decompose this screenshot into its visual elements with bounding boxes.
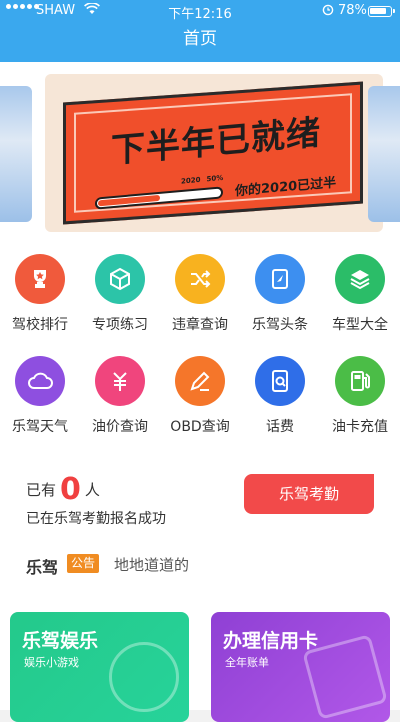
entertainment-card[interactable]: 乐驾娱乐 娱乐小游戏 [10,612,189,722]
grid-item-label: 油价查询 [92,419,148,435]
next-slide[interactable] [368,86,400,222]
banner-progress-year: 2020 [181,175,201,186]
banner-slide[interactable]: 下半年已就绪 2020 50% 你的2020已过半 [45,74,383,232]
card-subtitle: 全年账单 [225,656,269,669]
alarm-icon [322,2,334,20]
banner-progress-percent: 50% [206,173,224,184]
phone-icon [255,356,305,406]
grid-item-label: 专项练习 [92,317,148,333]
trophy-icon [15,254,65,304]
cloud-icon [15,356,65,406]
grid-item-fuel-card[interactable]: 油卡充值 [320,356,400,436]
checkin-prefix: 已有 [26,481,57,499]
checkin-description: 已在乐驾考勤报名成功 [26,511,166,527]
grid-item-obd-query[interactable]: OBD查询 [160,356,240,436]
grid-item-oil-price[interactable]: 油价查询 [80,356,160,436]
prev-slide[interactable] [0,86,32,222]
banner-carousel[interactable]: 下半年已就绪 2020 50% 你的2020已过半 [0,62,400,248]
card-subtitle: 娱乐小游戏 [24,656,79,669]
price-icon [95,356,145,406]
grid-item-phone-bill[interactable]: 话费 [240,356,320,436]
battery-percent: 78% [338,3,367,18]
banner-progress-fill [98,194,160,207]
grid-item-label: 乐驾天气 [12,419,68,435]
grid-item-label: 车型大全 [332,317,388,333]
grid-item-car-models[interactable]: 车型大全 [320,254,400,334]
grid-item-label: 油卡充值 [332,419,388,435]
credit-card-card[interactable]: 办理信用卡 全年账单 [211,612,390,722]
nav-bar: 首页 [0,22,400,62]
promo-cards: 乐驾娱乐 娱乐小游戏 办理信用卡 全年账单 [0,586,400,722]
notice-tag: 公告 [67,554,100,573]
shuffle-icon [175,254,225,304]
checkin-suffix: 人 [84,481,100,499]
notice-bar[interactable]: 乐驾 公告 地地道道的 [0,538,400,586]
feature-grid: 驾校排行 专项练习 违章查询 乐驾头条 车型大全 乐驾天气 油价查询 OBD查询… [0,248,400,448]
notice-text[interactable]: 地地道道的 [114,554,189,575]
grid-item-weather[interactable]: 乐驾天气 [0,356,80,436]
battery-icon [368,6,395,17]
checkin-count: 0 [60,472,81,507]
card-title: 办理信用卡 [223,630,319,652]
cube-icon [95,254,145,304]
notice-brand: 乐驾 [26,558,59,577]
checkin-section: 已有 0 人 已在乐驾考勤报名成功 乐驾考勤 [0,448,400,548]
grid-item-label: 乐驾头条 [252,317,308,333]
checkin-button[interactable]: 乐驾考勤 [244,474,374,514]
card-title: 乐驾娱乐 [22,630,99,652]
checkin-count-line: 已有 0 人 [26,472,100,507]
grid-item-driving-school-rank[interactable]: 驾校排行 [0,254,80,334]
book-icon [255,254,305,304]
edit-icon [175,356,225,406]
status-bar: SHAW 下午12:16 78% [0,0,400,22]
grid-item-violation-query[interactable]: 违章查询 [160,254,240,334]
grid-item-label: 话费 [266,419,294,435]
grid-item-label: OBD查询 [170,419,230,435]
fuel-icon [335,356,385,406]
page-title: 首页 [183,29,217,49]
grid-item-special-practice[interactable]: 专项练习 [80,254,160,334]
game-icon [109,642,179,712]
grid-item-label: 驾校排行 [12,317,68,333]
grid-item-headlines[interactable]: 乐驾头条 [240,254,320,334]
car-icon [335,254,385,304]
grid-item-label: 违章查询 [172,317,228,333]
